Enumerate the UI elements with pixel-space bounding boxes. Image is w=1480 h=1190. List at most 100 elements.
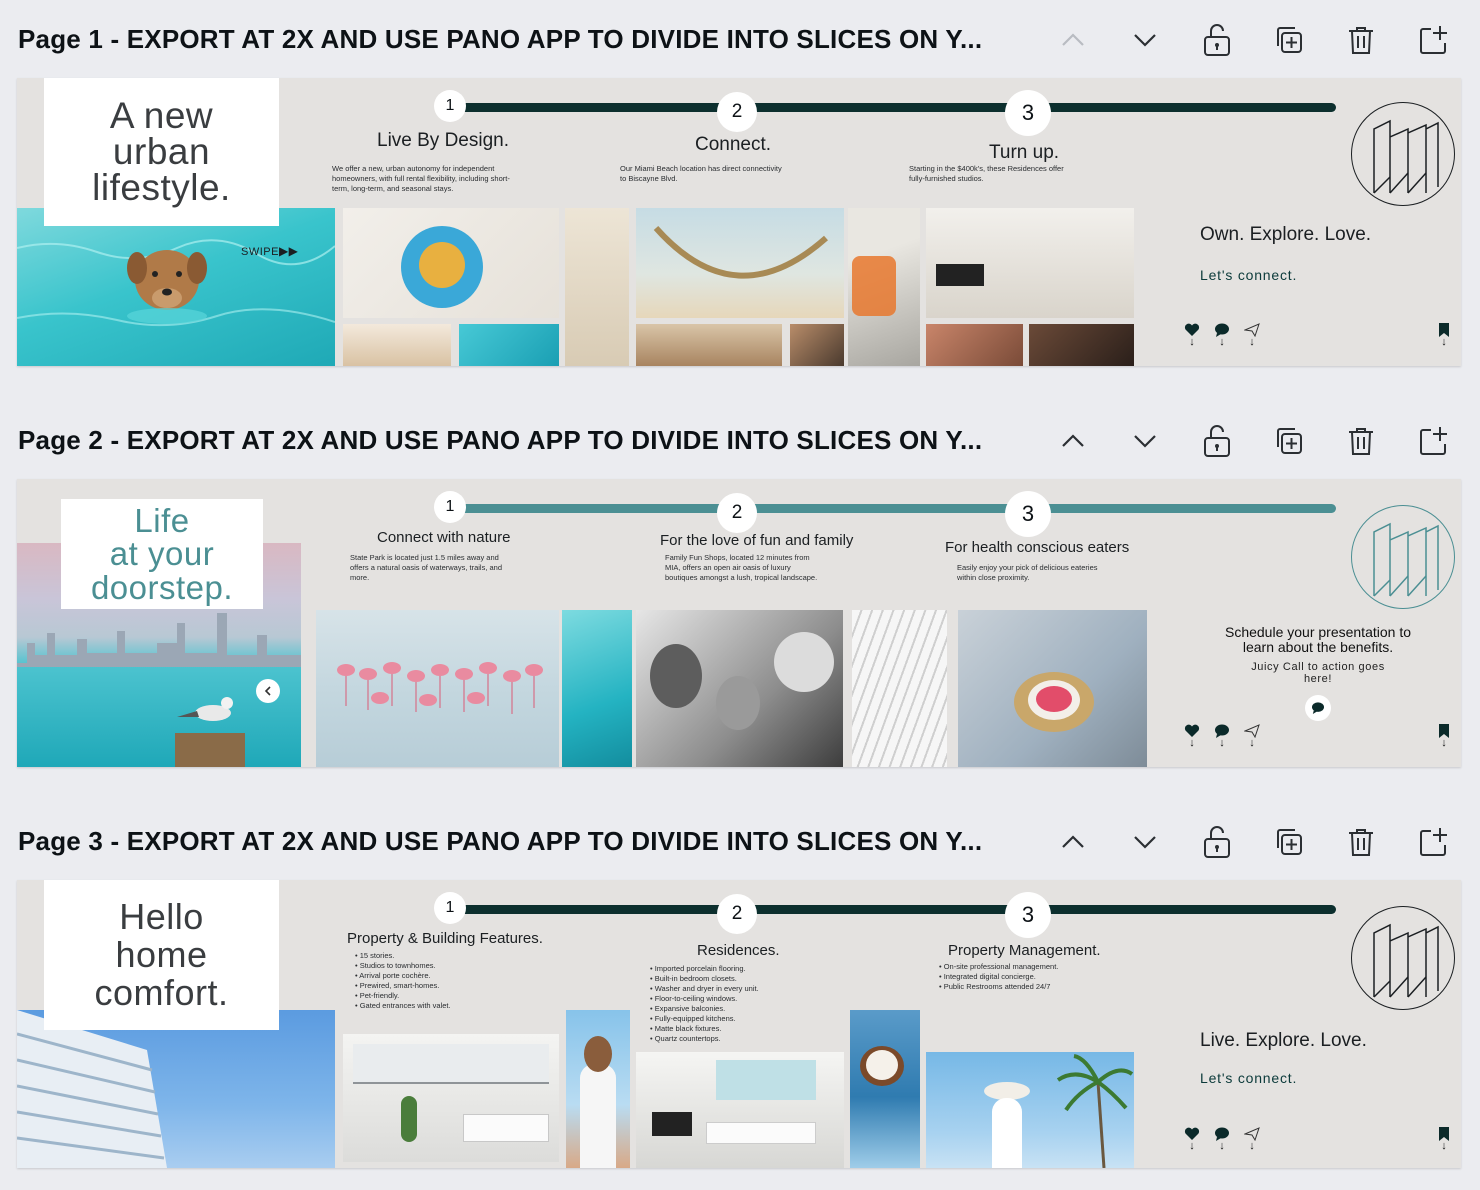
share-action[interactable]: ↓ [1244,323,1260,348]
bookmark-icon [1439,1127,1449,1141]
share-action[interactable]: ↓ [1244,724,1260,749]
trash-icon [1349,428,1373,455]
comment-action[interactable]: ↓ [1214,323,1230,348]
slide-canvas[interactable]: Life at your doorstep. 1 2 3 Connect wit… [17,479,1461,767]
pool-water-photo [562,610,632,767]
send-icon [1244,323,1260,337]
like-action[interactable]: ↓ [1184,323,1200,348]
arrow-down-icon: ↓ [1441,737,1447,749]
move-down-button[interactable] [1125,822,1165,862]
heart-icon [1184,724,1200,737]
move-down-button[interactable] [1125,421,1165,461]
like-action[interactable]: ↓ [1184,724,1200,749]
chat-button[interactable] [1305,695,1331,721]
dog-pool-photo [17,208,335,366]
palm-tree-shape [1056,1054,1134,1168]
page-title[interactable]: Page 2 - EXPORT AT 2X AND USE PANO APP T… [18,425,982,456]
step-3-desc: Easily enjoy your pick of delicious eate… [957,563,1098,582]
tagline: Live. Explore. Love. [1200,1030,1367,1051]
comment-icon [1215,1127,1229,1141]
list-item: Studios to townhomes. [355,961,451,971]
list-item: On-site professional management. [939,962,1059,972]
slide-canvas[interactable]: Hello home comfort. 1 2 3 Property & Bui… [17,880,1461,1168]
swipe-hint: SWIPE▶▶ [241,244,298,258]
swipe-label: SWIPE [241,246,279,258]
duplicate-page-button[interactable] [1269,822,1309,862]
brand-logo [1351,906,1455,1010]
chevron-down-icon [1134,34,1156,47]
delete-page-button[interactable] [1341,20,1381,60]
lock-button[interactable] [1197,421,1237,461]
tv-shape [936,264,984,286]
move-up-button[interactable] [1053,421,1093,461]
hammock-shape [653,226,828,279]
step-1-dot: 1 [434,892,466,924]
page-header: Page 2 - EXPORT AT 2X AND USE PANO APP T… [0,401,1480,471]
send-icon [1244,1127,1260,1141]
move-up-button[interactable] [1053,20,1093,60]
family-photo [636,610,843,767]
tagline: Own. Explore. Love. [1200,224,1372,245]
save-action[interactable]: ↓ [1436,1127,1452,1152]
cta-text[interactable]: Let's connect. [1200,267,1297,283]
chevron-up-icon [1062,434,1084,447]
schedule-subtitle[interactable]: Juicy Call to action goes here! [1228,661,1408,685]
heart-icon [1184,323,1200,336]
lock-icon [1204,425,1230,457]
add-page-button[interactable] [1413,421,1453,461]
step-3-title: Turn up. [989,142,1060,163]
share-action[interactable]: ↓ [1244,1127,1260,1152]
list-item: 15 stories. [355,951,451,961]
duplicate-page-button[interactable] [1269,421,1309,461]
man-photo [790,324,844,366]
step-2-desc: Family Fun Shops, located 12 minutes fro… [665,553,818,582]
add-page-button[interactable] [1413,20,1453,60]
like-action[interactable]: ↓ [1184,1127,1200,1152]
move-down-button[interactable] [1125,20,1165,60]
cta-text[interactable]: Let's connect. [1200,1070,1297,1086]
chevron-down-icon [1134,435,1156,448]
step-1-title: Live By Design. [377,130,510,151]
fruit-shape [1036,686,1072,712]
residence-photo [636,1052,844,1168]
step-2-desc: Our Miami Beach location has direct conn… [620,164,782,183]
duplicate-icon [1277,428,1302,454]
save-action[interactable]: ↓ [1436,323,1452,348]
add-page-button[interactable] [1413,822,1453,862]
lock-button[interactable] [1197,20,1237,60]
water-photo [459,324,559,366]
arrow-down-icon: ↓ [1219,1140,1225,1152]
comment-action[interactable]: ↓ [1214,724,1230,749]
page-header: Page 3 - EXPORT AT 2X AND USE PANO APP T… [0,802,1480,872]
lobby-photo [343,1034,559,1162]
step-1-dot: 1 [434,90,466,122]
move-up-button[interactable] [1053,822,1093,862]
page-title[interactable]: Page 1 - EXPORT AT 2X AND USE PANO APP T… [18,24,982,55]
step-3-desc: Starting in the $400k's, these Residence… [909,164,1064,183]
page-title[interactable]: Page 3 - EXPORT AT 2X AND USE PANO APP T… [18,826,982,857]
chevron-up-icon [1062,33,1084,46]
sand-photo [343,324,451,366]
headline-card: Life at your doorstep. [61,499,263,609]
list-item: Fully-equipped kitchens. [650,1014,759,1024]
step-2-dot: 2 [717,92,757,132]
slide-canvas[interactable]: SWIPE▶▶ A new urban lifestyle. 1 2 3 Liv… [17,78,1461,366]
arrow-down-icon: ↓ [1249,336,1255,348]
building-photo [852,610,947,767]
carousel-prev-button[interactable] [256,679,280,703]
candles-photo [636,324,782,366]
delete-page-button[interactable] [1341,421,1381,461]
lock-button[interactable] [1197,822,1237,862]
comment-action[interactable]: ↓ [1214,1127,1230,1152]
step-3-title: For health conscious eaters [945,539,1130,556]
send-icon [1244,724,1260,738]
list-item: Integrated digital concierge. [939,972,1058,982]
sun-hat-photo [926,1052,1134,1168]
duplicate-page-button[interactable] [1269,20,1309,60]
step-3-title: Property Management. [948,942,1101,959]
comment-icon [1215,323,1229,337]
flamingos-photo [316,610,559,767]
save-action[interactable]: ↓ [1436,724,1452,749]
delete-page-button[interactable] [1341,822,1381,862]
trash-icon [1349,829,1373,856]
